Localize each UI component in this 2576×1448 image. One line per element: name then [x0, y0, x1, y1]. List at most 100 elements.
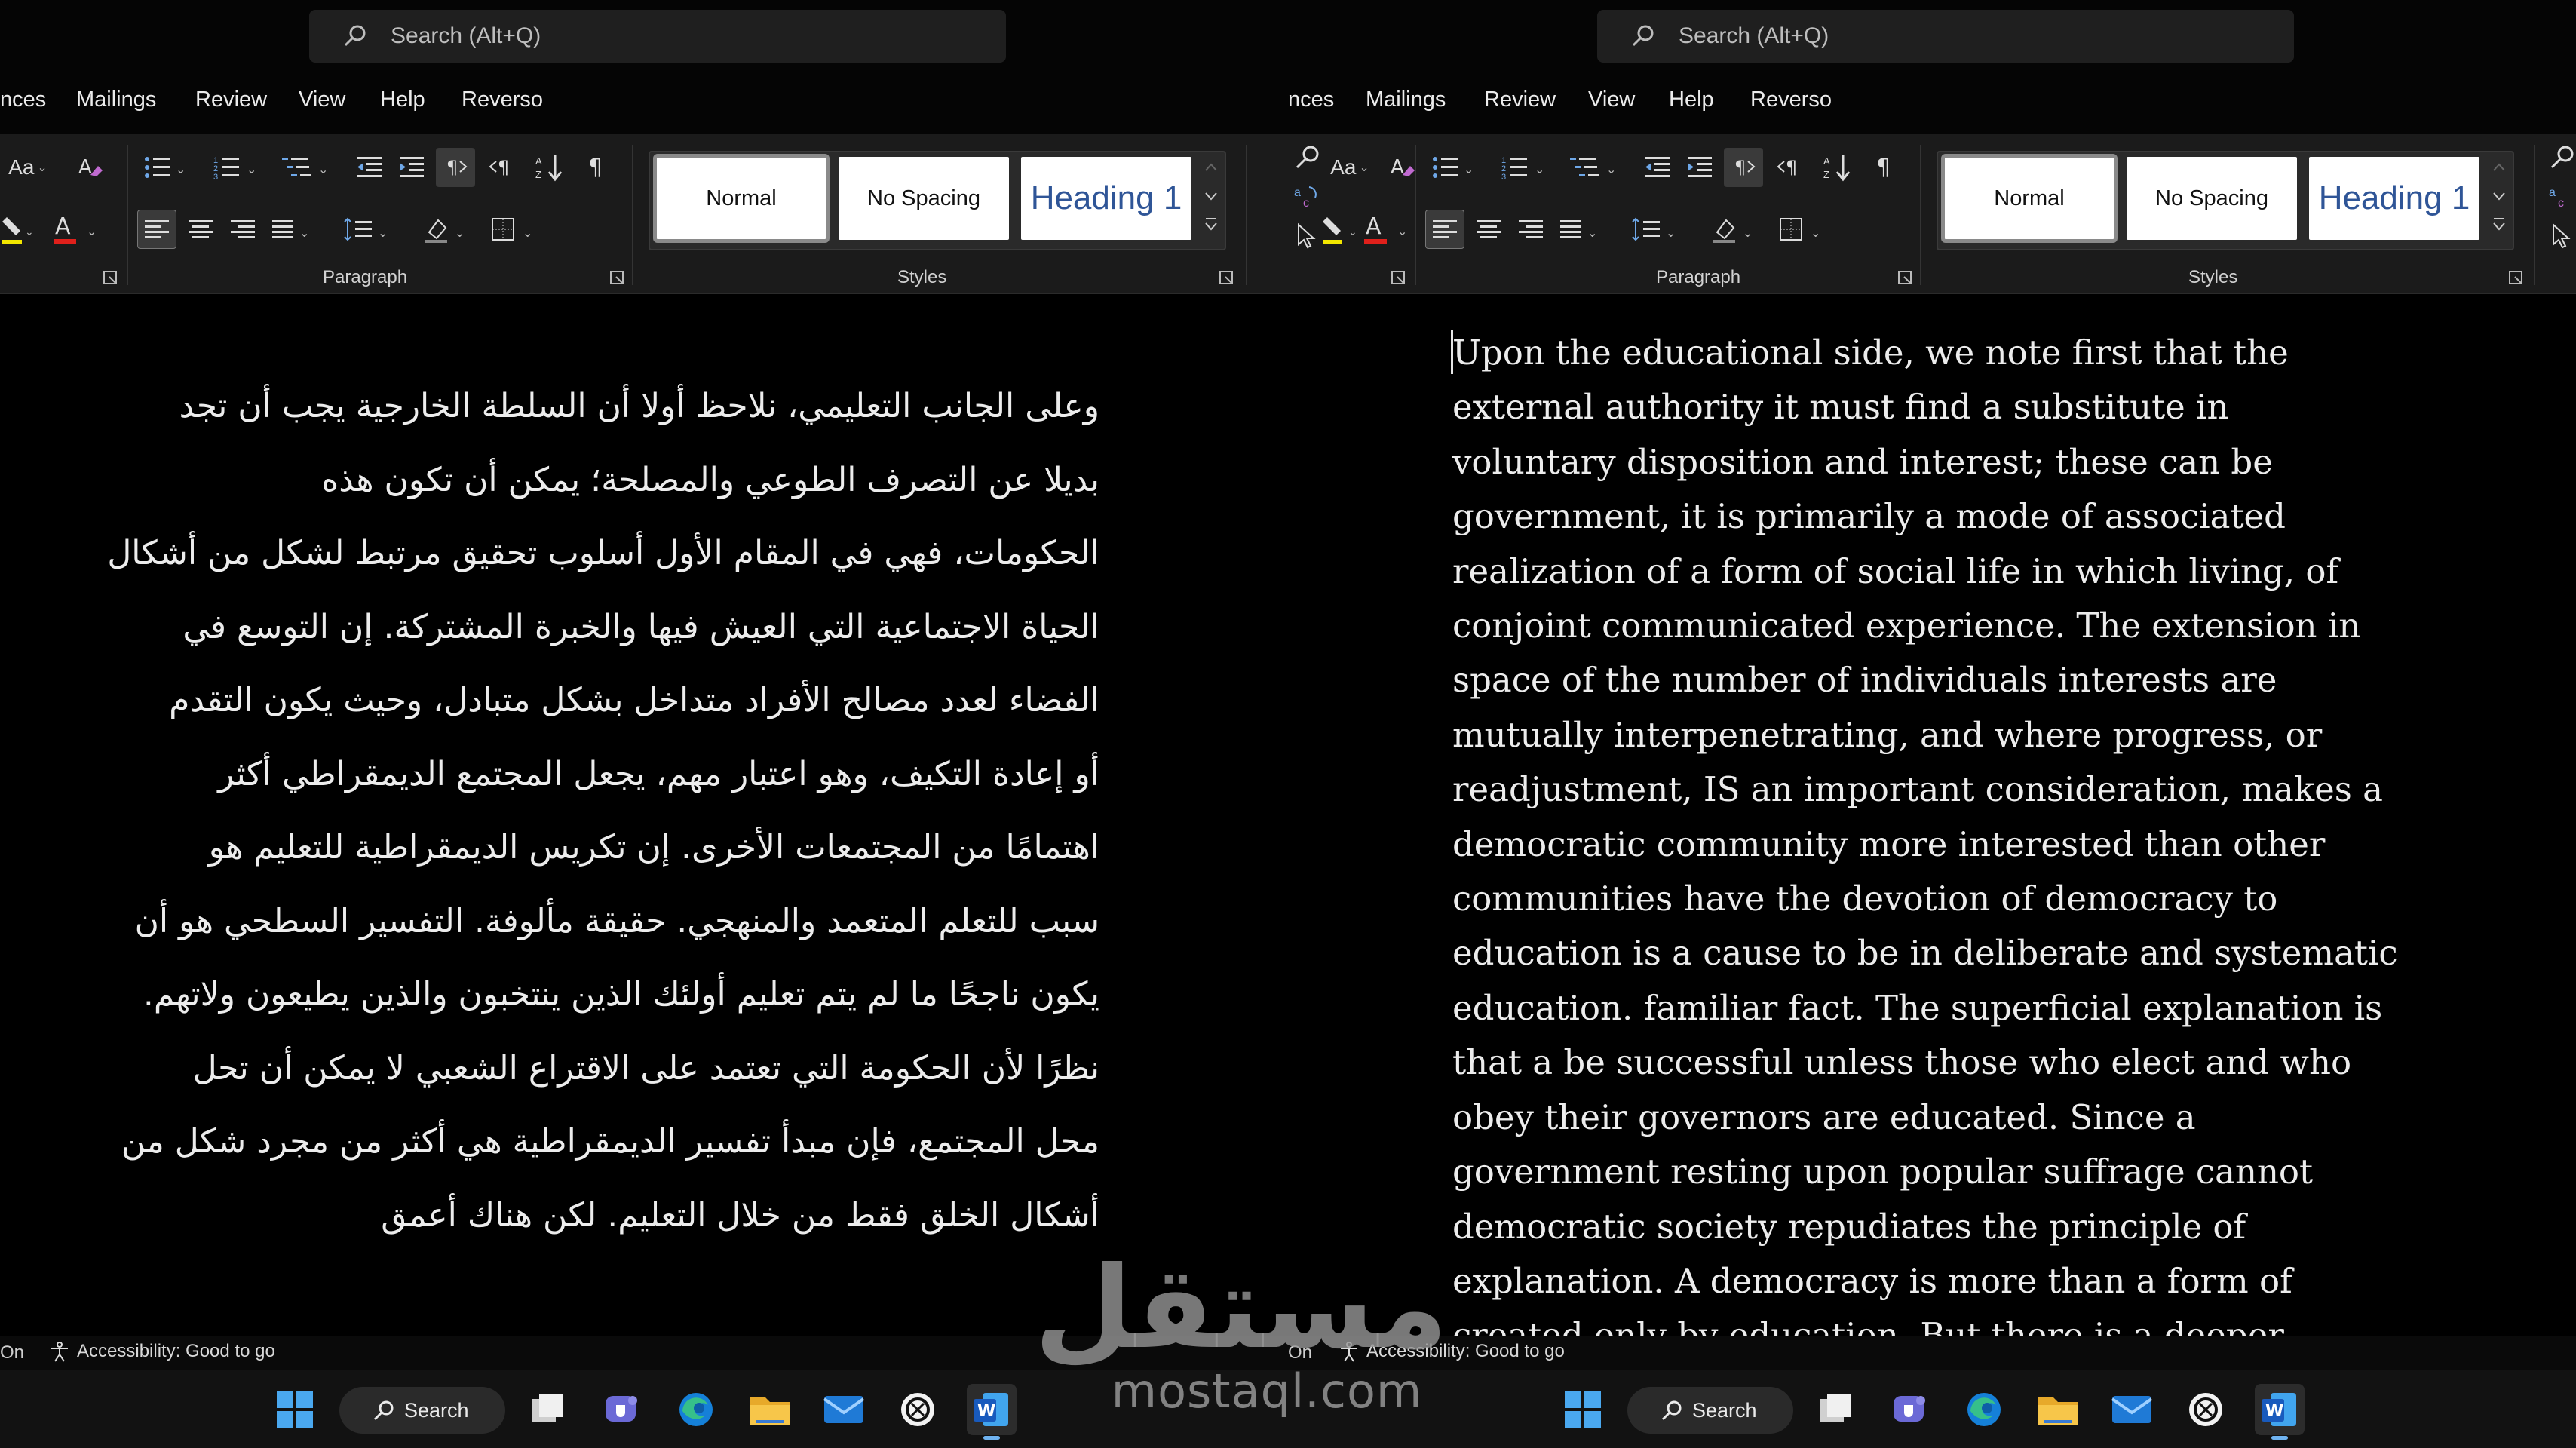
style-no-spacing[interactable]: No Spacing: [2127, 157, 2297, 240]
page-indicator[interactable]: On: [0, 1342, 24, 1364]
chatgpt-icon[interactable]: [893, 1384, 943, 1435]
accessibility-status[interactable]: Accessibility: Good to go: [1338, 1340, 1565, 1363]
accessibility-status[interactable]: Accessibility: Good to go: [48, 1340, 275, 1363]
word-icon[interactable]: W: [2255, 1384, 2305, 1440]
start-icon[interactable]: [1558, 1384, 1608, 1435]
align-left-icon[interactable]: [1425, 210, 1464, 249]
menu-reverso[interactable]: Reverso: [462, 87, 543, 112]
taskbar-search-button[interactable]: Search: [339, 1387, 505, 1434]
select-icon[interactable]: [2543, 217, 2576, 256]
align-left-icon[interactable]: [137, 210, 176, 249]
change-case-button[interactable]: Aa ⌄: [2, 148, 54, 187]
increase-indent-icon[interactable]: [392, 148, 431, 187]
justify-icon[interactable]: ⌄: [1555, 210, 1608, 249]
rtl-direction-icon[interactable]: ¶: [483, 148, 522, 187]
ltr-direction-icon[interactable]: ¶: [1724, 148, 1763, 187]
bullets-icon[interactable]: ⌄: [1428, 148, 1481, 187]
menu-review[interactable]: Review: [195, 87, 267, 112]
justify-icon[interactable]: ⌄: [267, 210, 320, 249]
menu-mailings[interactable]: Mailings: [1366, 87, 1446, 112]
menu-review[interactable]: Review: [1484, 87, 1556, 112]
chatgpt-icon[interactable]: [2181, 1384, 2231, 1435]
mail-icon[interactable]: [819, 1384, 869, 1435]
menu-reverso[interactable]: Reverso: [1750, 87, 1832, 112]
font-color-icon[interactable]: A ⌄: [1359, 210, 1416, 249]
menu-mailings[interactable]: Mailings: [76, 87, 156, 112]
text-line: الفضاء لعدد مصالح الأفراد متداخل بشكل مت…: [169, 681, 1099, 719]
search-box[interactable]: Search (Alt+Q): [309, 10, 1006, 63]
font-dialog-launcher-icon[interactable]: [103, 270, 119, 287]
mail-icon[interactable]: [2107, 1384, 2157, 1435]
menu-help[interactable]: Help: [380, 87, 425, 112]
increase-indent-icon[interactable]: [1680, 148, 1719, 187]
decrease-indent-icon[interactable]: [1638, 148, 1677, 187]
menu-view[interactable]: View: [299, 87, 345, 112]
task-view-icon[interactable]: [1811, 1384, 1861, 1435]
style-normal[interactable]: Normal: [1941, 154, 2118, 243]
numbering-icon[interactable]: 1 2 3 ⌄: [1499, 148, 1552, 187]
paragraph-dialog-launcher-icon[interactable]: [1897, 270, 1914, 287]
styles-dialog-launcher-icon[interactable]: [1219, 270, 1235, 287]
word-window-left: Search (Alt+Q) nces Mailings Review View…: [0, 0, 1288, 1448]
change-case-button[interactable]: Aa ⌄: [1321, 148, 1378, 187]
taskbar-search-button[interactable]: Search: [1627, 1387, 1793, 1434]
styles-more-icon[interactable]: [2491, 213, 2507, 237]
styles-scroll-down-icon[interactable]: [1203, 184, 1219, 208]
bullets-icon[interactable]: ⌄: [140, 148, 193, 187]
styles-more-icon[interactable]: [1203, 213, 1219, 237]
teams-icon[interactable]: [597, 1384, 647, 1435]
decrease-indent-icon[interactable]: [350, 148, 389, 187]
page-indicator[interactable]: On: [1288, 1342, 1312, 1364]
align-center-icon[interactable]: [1469, 210, 1508, 249]
clear-formatting-icon[interactable]: A: [1383, 148, 1422, 187]
styles-scroll-down-icon[interactable]: [2491, 184, 2507, 208]
paragraph-dialog-launcher-icon[interactable]: [609, 270, 626, 287]
ltr-direction-icon[interactable]: ¶: [436, 148, 475, 187]
teams-icon[interactable]: [1885, 1384, 1935, 1435]
styles-dialog-launcher-icon[interactable]: [2508, 270, 2525, 287]
align-right-icon[interactable]: [223, 210, 262, 249]
menu-view[interactable]: View: [1588, 87, 1635, 112]
menu-help[interactable]: Help: [1669, 87, 1714, 112]
rtl-direction-icon[interactable]: ¶: [1771, 148, 1810, 187]
style-heading-1[interactable]: Heading 1: [2309, 157, 2479, 240]
line-spacing-icon[interactable]: ⌄: [1629, 210, 1686, 249]
multilevel-list-icon[interactable]: ⌄: [281, 148, 336, 187]
borders-icon[interactable]: ⌄: [487, 210, 544, 249]
file-explorer-icon[interactable]: [745, 1384, 795, 1435]
multilevel-list-icon[interactable]: ⌄: [1569, 148, 1624, 187]
task-view-icon[interactable]: [523, 1384, 573, 1435]
document-area[interactable]: Upon the educational side, we note first…: [1288, 294, 2576, 1347]
clear-formatting-icon[interactable]: A: [71, 148, 110, 187]
show-formatting-marks-icon[interactable]: ¶: [578, 148, 617, 187]
menu-references[interactable]: nces: [1288, 87, 1334, 112]
style-heading-1[interactable]: Heading 1: [1021, 157, 1191, 240]
edge-icon[interactable]: [1959, 1384, 2009, 1435]
styles-scroll-up-icon[interactable]: [2491, 155, 2507, 179]
menu-references[interactable]: nces: [0, 87, 46, 112]
align-right-icon[interactable]: [1511, 210, 1550, 249]
search-box[interactable]: Search (Alt+Q): [1597, 10, 2294, 63]
file-explorer-icon[interactable]: [2033, 1384, 2083, 1435]
replace-icon[interactable]: ac: [2543, 176, 2576, 216]
word-icon[interactable]: W: [967, 1384, 1017, 1440]
highlight-color-icon[interactable]: ⌄: [0, 210, 35, 249]
shading-icon[interactable]: ⌄: [1707, 210, 1765, 249]
show-formatting-marks-icon[interactable]: ¶: [1866, 148, 1905, 187]
styles-scroll-up-icon[interactable]: [1203, 155, 1219, 179]
style-no-spacing[interactable]: No Spacing: [839, 157, 1009, 240]
borders-icon[interactable]: ⌄: [1775, 210, 1832, 249]
align-center-icon[interactable]: [181, 210, 220, 249]
shading-icon[interactable]: ⌄: [419, 210, 477, 249]
line-spacing-icon[interactable]: ⌄: [341, 210, 398, 249]
document-area[interactable]: وعلى الجانب التعليمي، نلاحظ أولا أن السل…: [0, 294, 1288, 1347]
start-icon[interactable]: [270, 1384, 320, 1435]
style-normal[interactable]: Normal: [653, 154, 830, 243]
font-dialog-launcher-icon[interactable]: [1391, 270, 1407, 287]
numbering-icon[interactable]: 1 2 3 ⌄: [211, 148, 264, 187]
find-icon[interactable]: [2543, 139, 2576, 178]
edge-icon[interactable]: [671, 1384, 721, 1435]
sort-icon[interactable]: AZ: [529, 148, 569, 187]
font-color-icon[interactable]: A ⌄: [48, 210, 106, 249]
sort-icon[interactable]: AZ: [1817, 148, 1857, 187]
